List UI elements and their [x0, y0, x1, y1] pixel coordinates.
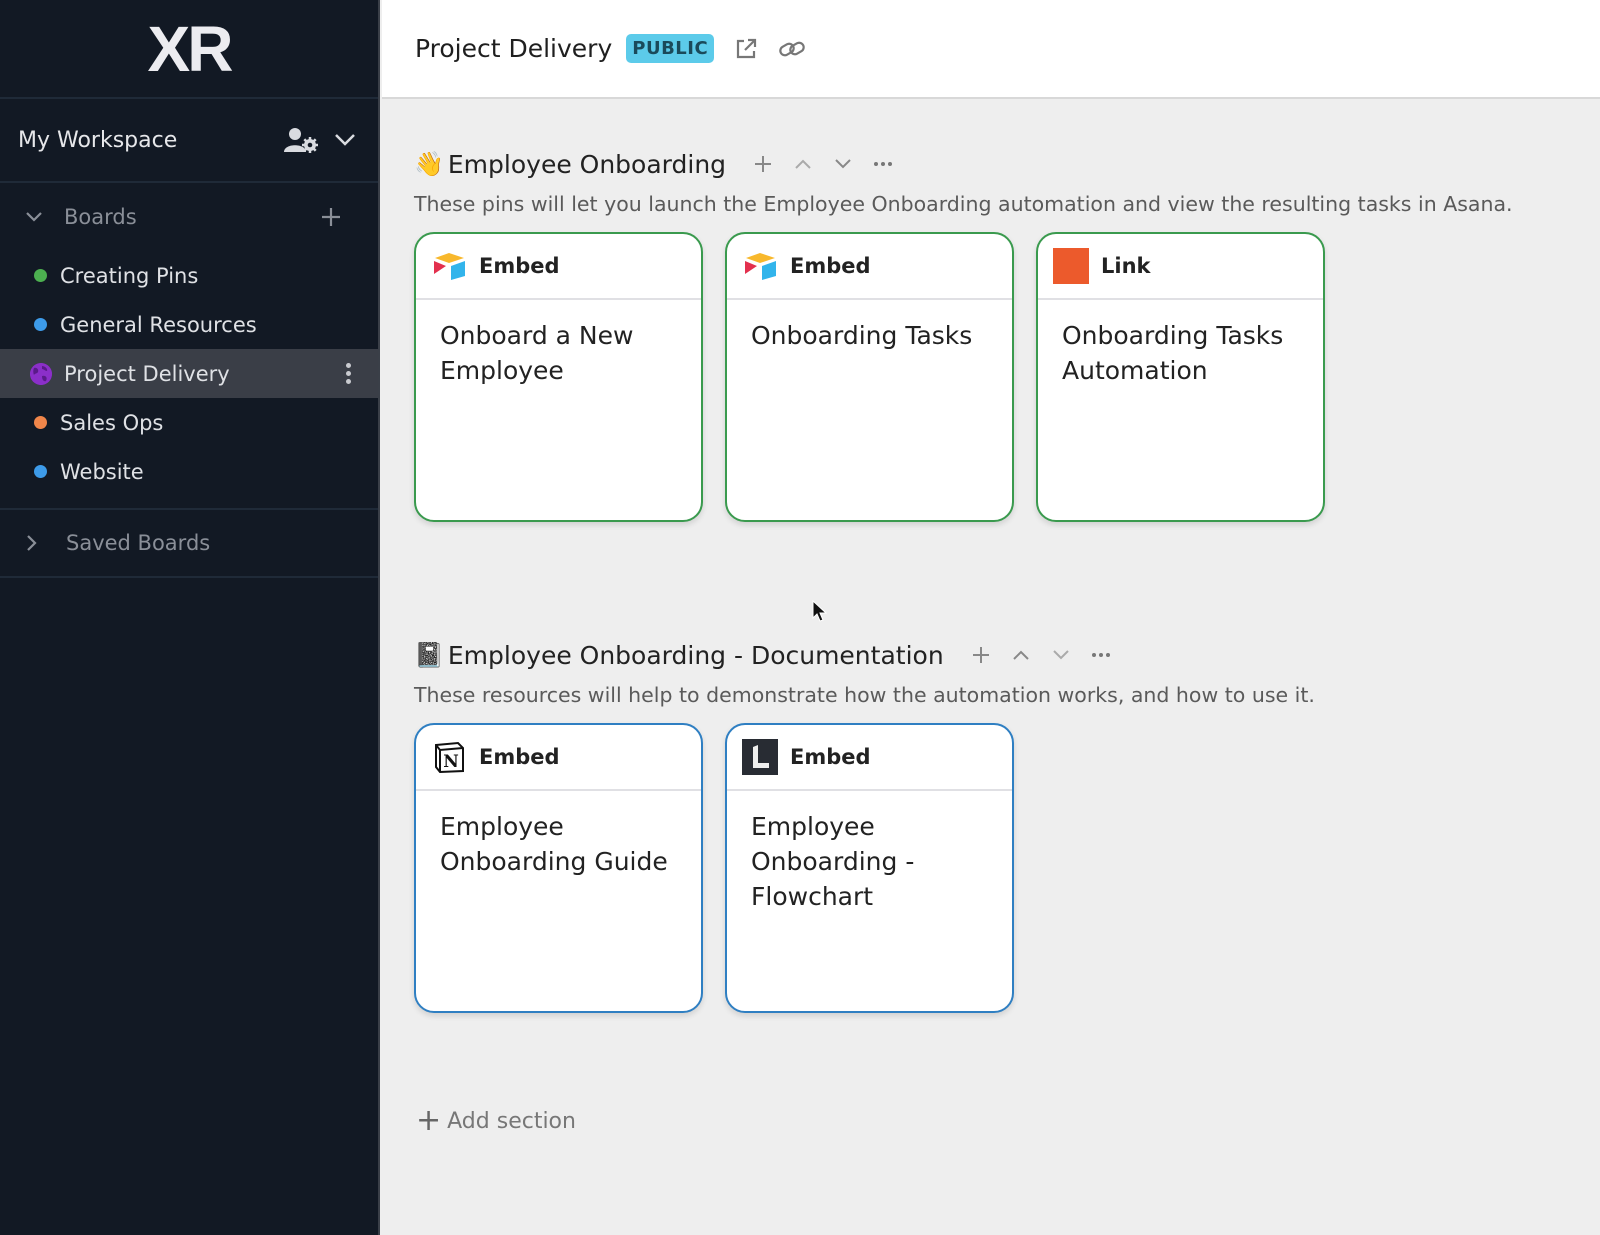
kebab-menu-icon[interactable] [344, 363, 352, 384]
add-pin-button[interactable] [966, 640, 996, 670]
chevron-right-icon[interactable] [26, 534, 46, 552]
section-employee-onboarding: 👋 Employee Onboarding These pins will le… [414, 144, 1513, 522]
section-description: These resources will help to demonstrate… [414, 683, 1315, 707]
pin-list: Embed Onboard a New Employee Embed Onboa… [414, 232, 1513, 522]
page-title: Project Delivery [415, 34, 613, 63]
plus-icon: + [416, 1103, 442, 1138]
pin-type: Embed [790, 254, 871, 278]
pin-title: Onboarding Tasks Automation [1062, 321, 1284, 385]
section-title[interactable]: Employee Onboarding - Documentation [448, 641, 944, 670]
sidebar-item-sales-ops[interactable]: Sales Ops [0, 398, 378, 447]
status-dot-icon [34, 465, 47, 478]
chevron-down-icon[interactable] [22, 211, 46, 223]
move-down-button[interactable] [828, 149, 858, 179]
move-up-button[interactable] [1006, 640, 1036, 670]
status-dot-icon [34, 416, 47, 429]
mouse-cursor-icon [812, 600, 828, 622]
workspace-name: My Workspace [18, 127, 178, 153]
pin-list: N Embed Employee Onboarding Guide Embed … [414, 723, 1315, 1013]
section-description: These pins will let you launch the Emplo… [414, 192, 1513, 216]
more-options-button[interactable] [868, 149, 898, 179]
globe-icon [30, 362, 52, 385]
move-up-button[interactable] [788, 149, 818, 179]
board-label: Project Delivery [64, 361, 230, 386]
lucid-icon [742, 739, 778, 775]
user-gear-icon[interactable] [282, 125, 320, 155]
airtable-icon [431, 248, 467, 284]
pin-type: Embed [479, 745, 560, 769]
notebook-icon: 📓 [414, 641, 444, 669]
notion-icon: N [431, 739, 467, 775]
board-label: Creating Pins [60, 263, 199, 288]
pin-title: Onboard a New Employee [440, 321, 634, 385]
more-options-button[interactable] [1086, 640, 1116, 670]
app-logo[interactable]: XR [0, 0, 378, 99]
svg-text:N: N [443, 752, 459, 772]
boards-header[interactable]: Boards [0, 183, 378, 251]
chevron-down-icon[interactable] [330, 125, 360, 155]
status-dot-icon [34, 269, 47, 282]
waving-hand-icon: 👋 [414, 150, 444, 178]
external-link-icon[interactable] [732, 35, 760, 63]
board-label: General Resources [60, 312, 257, 337]
sidebar: XR My Workspace Boards Creating Pins Gen… [0, 0, 380, 1235]
pin-title: Onboarding Tasks [751, 321, 973, 350]
sidebar-item-general-resources[interactable]: General Resources [0, 300, 378, 349]
sidebar-item-website[interactable]: Website [0, 447, 378, 496]
board-label: Website [60, 459, 144, 484]
add-board-button[interactable] [316, 202, 346, 232]
workspace-switcher[interactable]: My Workspace [0, 99, 378, 183]
status-dot-icon [34, 318, 47, 331]
pin-type: Link [1101, 254, 1151, 278]
sidebar-item-creating-pins[interactable]: Creating Pins [0, 251, 378, 300]
board-header: Project Delivery PUBLIC [382, 0, 1600, 99]
pin-title: Employee Onboarding Guide [440, 812, 668, 876]
link-icon[interactable] [778, 35, 806, 63]
boards-label: Boards [64, 205, 137, 229]
pin-type: Embed [479, 254, 560, 278]
pin-card[interactable]: Embed Onboarding Tasks [725, 232, 1014, 522]
board-list: Creating Pins General Resources Project … [0, 251, 378, 510]
pin-card[interactable]: Link Onboarding Tasks Automation [1036, 232, 1325, 522]
pin-card[interactable]: Embed Onboard a New Employee [414, 232, 703, 522]
saved-boards-header[interactable]: Saved Boards [0, 510, 378, 578]
move-down-button[interactable] [1046, 640, 1076, 670]
add-section-label: Add section [447, 1108, 576, 1134]
section-employee-onboarding-documentation: 📓 Employee Onboarding - Documentation Th… [414, 635, 1315, 1013]
pin-title: Employee Onboarding - Flowchart [751, 812, 915, 911]
board-label: Sales Ops [60, 410, 164, 435]
logo-text: XR [147, 12, 234, 85]
section-title[interactable]: Employee Onboarding [448, 150, 726, 179]
sidebar-item-project-delivery[interactable]: Project Delivery [0, 349, 378, 398]
saved-boards-label: Saved Boards [66, 531, 211, 555]
visibility-badge: PUBLIC [626, 34, 715, 63]
add-section-button[interactable]: + Add section [416, 1106, 576, 1136]
orange-square-icon [1053, 248, 1089, 284]
pin-card[interactable]: N Embed Employee Onboarding Guide [414, 723, 703, 1013]
airtable-icon [742, 248, 778, 284]
pin-type: Embed [790, 745, 871, 769]
pin-card[interactable]: Embed Employee Onboarding - Flowchart [725, 723, 1014, 1013]
add-pin-button[interactable] [748, 149, 778, 179]
